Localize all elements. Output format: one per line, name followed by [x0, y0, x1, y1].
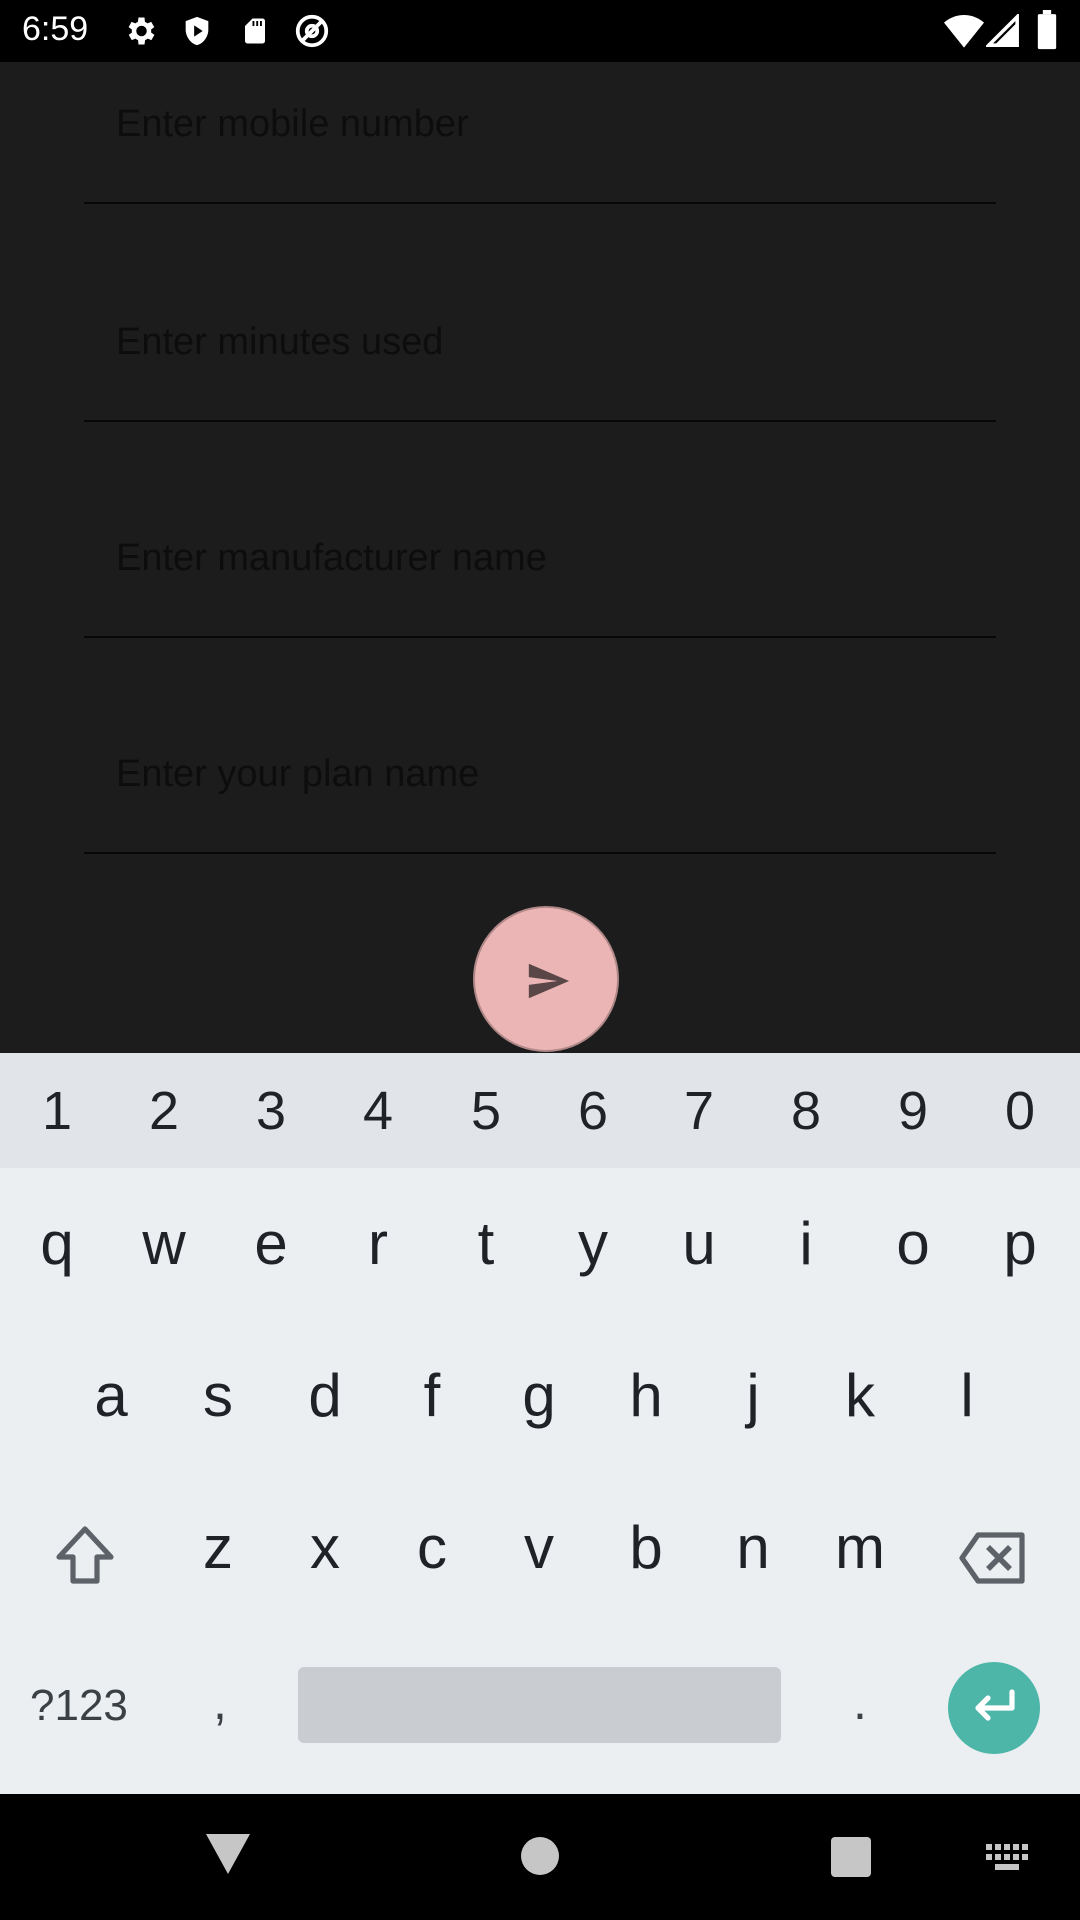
- key-7[interactable]: 7: [659, 1081, 739, 1141]
- home-icon[interactable]: [521, 1837, 559, 1875]
- minutes-used-input[interactable]: [116, 321, 976, 364]
- key-d[interactable]: d: [285, 1361, 365, 1431]
- plan-name-input[interactable]: [116, 753, 976, 796]
- key-m[interactable]: m: [820, 1513, 900, 1583]
- enter-icon: [975, 1689, 1015, 1721]
- period-key[interactable]: .: [835, 1673, 885, 1731]
- shield-play-icon: [185, 16, 209, 46]
- soft-keyboard: 1 2 3 4 5 6 7 8 9 0 q w e r t y u i o p …: [0, 1053, 1080, 1794]
- battery-icon: [1037, 10, 1057, 50]
- submit-button[interactable]: [473, 906, 619, 1052]
- key-l[interactable]: l: [927, 1361, 1007, 1431]
- mobile-number-input[interactable]: [116, 103, 976, 146]
- key-9[interactable]: 9: [873, 1081, 953, 1141]
- backspace-icon[interactable]: [958, 1531, 1028, 1585]
- minutes-used-field[interactable]: [84, 280, 996, 422]
- sd-card-icon: [245, 18, 265, 44]
- cellular-signal-icon: [986, 14, 1019, 47]
- manufacturer-name-field[interactable]: [84, 496, 996, 638]
- status-bar: 6:59: [0, 0, 1080, 62]
- comma-key[interactable]: ,: [195, 1673, 245, 1731]
- mobile-number-field[interactable]: [84, 62, 996, 204]
- key-p[interactable]: p: [980, 1209, 1060, 1279]
- key-i[interactable]: i: [766, 1209, 846, 1279]
- key-1[interactable]: 1: [17, 1081, 97, 1141]
- keyboard-number-row: 1 2 3 4 5 6 7 8 9 0: [0, 1053, 1080, 1168]
- key-0[interactable]: 0: [980, 1081, 1060, 1141]
- key-v[interactable]: v: [499, 1513, 579, 1583]
- key-z[interactable]: z: [178, 1513, 258, 1583]
- key-5[interactable]: 5: [446, 1081, 526, 1141]
- key-x[interactable]: x: [285, 1513, 365, 1583]
- key-3[interactable]: 3: [231, 1081, 311, 1141]
- key-s[interactable]: s: [178, 1361, 258, 1431]
- key-w[interactable]: w: [124, 1209, 204, 1279]
- shift-icon[interactable]: [53, 1525, 117, 1585]
- key-k[interactable]: k: [820, 1361, 900, 1431]
- key-j[interactable]: j: [713, 1361, 793, 1431]
- recents-icon[interactable]: [831, 1837, 871, 1877]
- key-q[interactable]: q: [17, 1209, 97, 1279]
- space-bar[interactable]: [298, 1667, 781, 1743]
- key-b[interactable]: b: [606, 1513, 686, 1583]
- key-n[interactable]: n: [713, 1513, 793, 1583]
- key-o[interactable]: o: [873, 1209, 953, 1279]
- key-h[interactable]: h: [606, 1361, 686, 1431]
- wifi-icon: [944, 15, 984, 48]
- key-8[interactable]: 8: [766, 1081, 846, 1141]
- enter-key[interactable]: [948, 1662, 1040, 1754]
- key-2[interactable]: 2: [124, 1081, 204, 1141]
- key-a[interactable]: a: [71, 1361, 151, 1431]
- plan-name-field[interactable]: [84, 712, 996, 854]
- send-icon: [528, 963, 570, 999]
- key-c[interactable]: c: [392, 1513, 472, 1583]
- key-t[interactable]: t: [446, 1209, 526, 1279]
- form-container: [0, 62, 1080, 1053]
- key-u[interactable]: u: [659, 1209, 739, 1279]
- key-6[interactable]: 6: [553, 1081, 633, 1141]
- at-sign-icon: [295, 14, 329, 48]
- status-time: 6:59: [22, 10, 89, 48]
- key-f[interactable]: f: [392, 1361, 472, 1431]
- symbols-key[interactable]: ?123: [30, 1681, 128, 1731]
- key-4[interactable]: 4: [338, 1081, 418, 1141]
- navigation-bar: [0, 1794, 1080, 1920]
- key-y[interactable]: y: [553, 1209, 633, 1279]
- key-g[interactable]: g: [499, 1361, 579, 1431]
- back-icon[interactable]: [206, 1834, 250, 1874]
- key-e[interactable]: e: [231, 1209, 311, 1279]
- manufacturer-name-input[interactable]: [116, 537, 976, 580]
- key-r[interactable]: r: [338, 1209, 418, 1279]
- settings-icon: [128, 17, 155, 45]
- keyboard-switch-icon[interactable]: [986, 1844, 1030, 1872]
